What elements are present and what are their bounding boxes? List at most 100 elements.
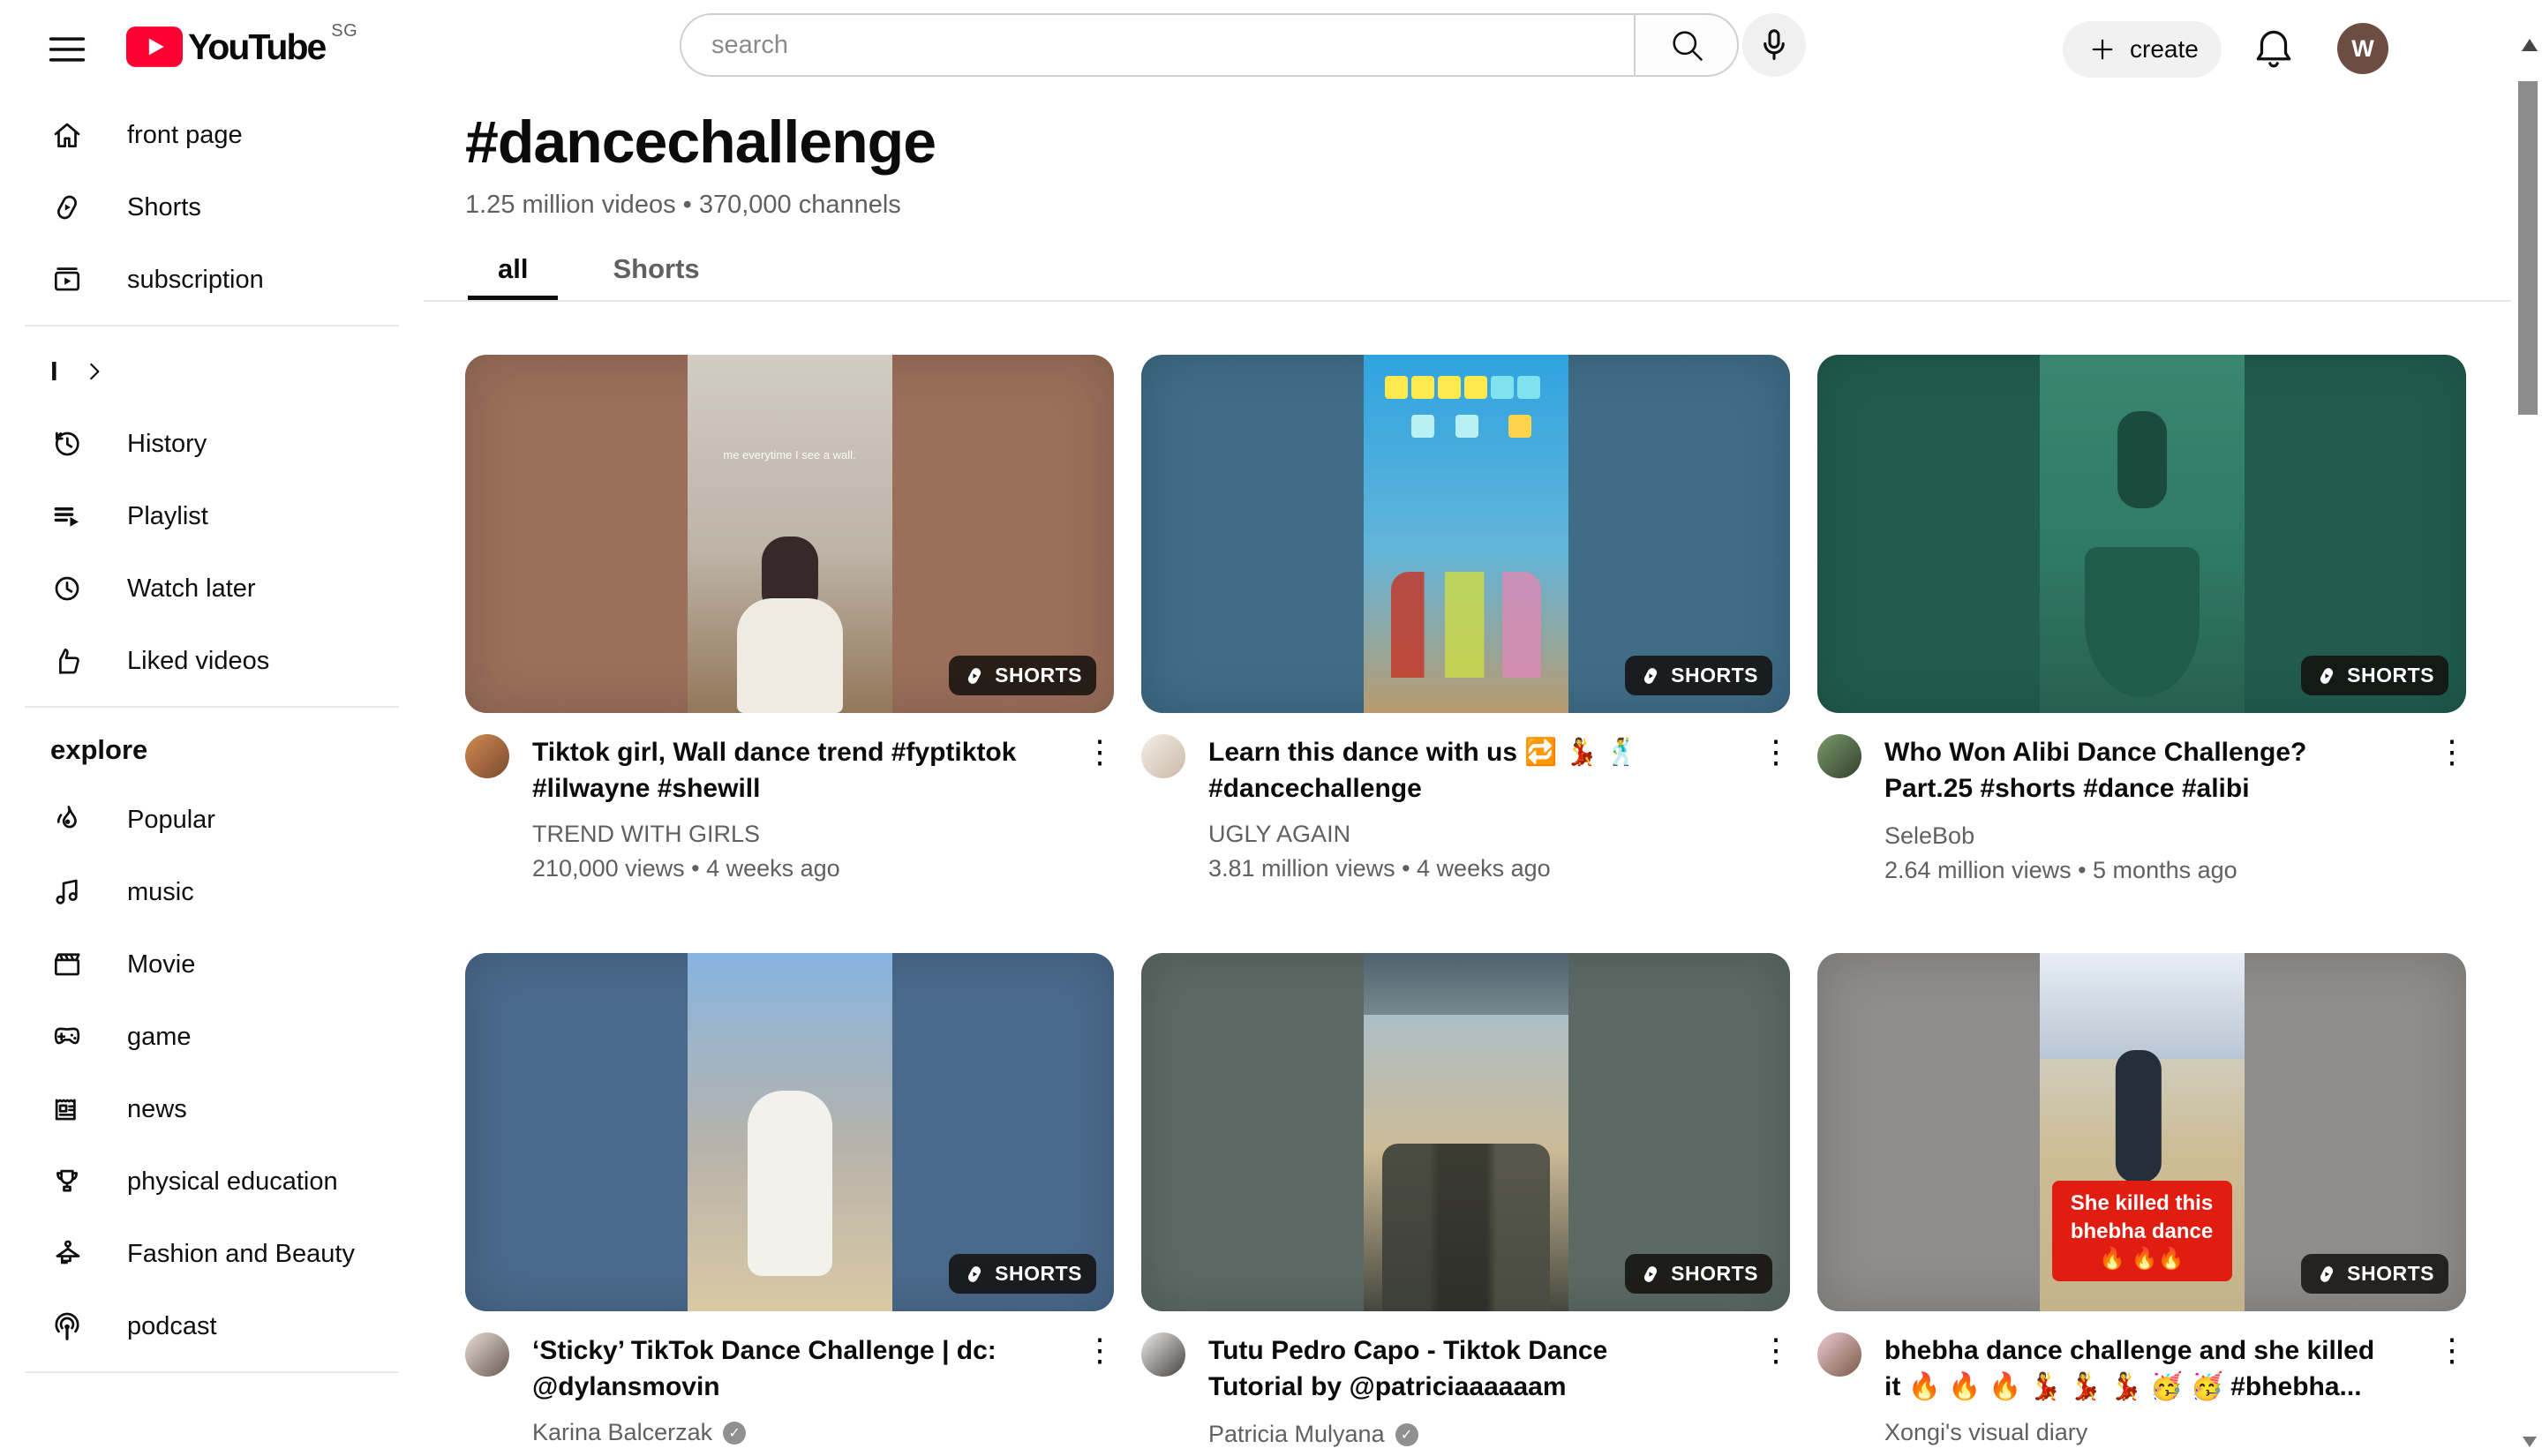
sidebar-item-liked-videos[interactable]: Liked videos — [0, 625, 424, 697]
tab-shorts[interactable]: Shorts — [583, 238, 729, 300]
scrollbar-down-arrow-icon[interactable] — [2523, 1437, 2537, 1447]
verified-badge-icon — [1395, 1423, 1418, 1446]
tab-all[interactable]: all — [468, 238, 558, 300]
channel-name[interactable]: TREND WITH GIRLS — [532, 821, 760, 848]
sidebar-item-label: subscription — [127, 266, 264, 295]
sidebar-item-podcast[interactable]: podcast — [0, 1290, 424, 1362]
watch-later-icon — [50, 572, 84, 605]
video-options-kebab-icon[interactable] — [1760, 734, 1790, 882]
top-bar: YouTube SG create — [0, 0, 2542, 99]
sidebar-item-shorts[interactable]: Shorts — [0, 171, 424, 244]
sidebar-divider — [25, 1371, 399, 1373]
video-title[interactable]: Who Won Alibi Dance Challenge? Part.25 #… — [1884, 734, 2383, 808]
shorts-badge: SHORTS — [1625, 656, 1772, 695]
video-options-kebab-icon[interactable] — [2436, 734, 2466, 884]
channel-avatar[interactable] — [465, 1332, 509, 1377]
shorts-badge-label: SHORTS — [2347, 1262, 2434, 1286]
sidebar-item-watch-later[interactable]: Watch later — [0, 552, 424, 625]
video-thumbnail[interactable]: me everytime I see a wall. SHORTS — [465, 355, 1114, 713]
channel-name[interactable]: Xongi's visual diary — [1884, 1419, 2087, 1446]
video-title[interactable]: Learn this dance with us 🔁 💃 🕺 #dancecha… — [1208, 734, 1707, 807]
video-card: She killed this bhebha dance 🔥 🔥🔥 SHORTS… — [1817, 953, 2466, 1456]
playlist-icon — [50, 499, 84, 533]
shorts-badge-icon — [1639, 1263, 1662, 1286]
avatar-initial: W — [2351, 35, 2373, 63]
video-card: SHORTS Tutu Pedro Capo - Tiktok Dance Tu… — [1141, 953, 1790, 1456]
sidebar-item-label: Fashion and Beauty — [127, 1240, 355, 1269]
sidebar-item-movie[interactable]: Movie — [0, 928, 424, 1001]
channel-row[interactable]: TREND WITH GIRLS — [532, 821, 1031, 848]
sidebar-item-music[interactable]: music — [0, 856, 424, 928]
video-card: SHORTS ‘Sticky’ TikTok Dance Challenge |… — [465, 953, 1114, 1456]
channel-avatar[interactable] — [465, 734, 509, 778]
sidebar-item-news[interactable]: news — [0, 1073, 424, 1145]
sidebar-item-popular[interactable]: Popular — [0, 784, 424, 856]
video-title[interactable]: Tiktok girl, Wall dance trend #fyptiktok… — [532, 734, 1031, 807]
thumbnail-video-frame — [688, 355, 892, 713]
scrollbar-up-arrow-icon[interactable] — [2522, 39, 2538, 51]
sidebar-item-label: Watch later — [127, 574, 256, 604]
shorts-badge: SHORTS — [949, 656, 1096, 695]
newspaper-icon — [50, 1092, 84, 1126]
channel-row[interactable]: UGLY AGAIN — [1208, 821, 1707, 848]
youtube-logo[interactable]: YouTube SG — [126, 26, 357, 67]
search-input-wrap[interactable] — [680, 13, 1634, 77]
sidebar-item-label: game — [127, 1023, 192, 1052]
video-title[interactable]: bhebha dance challenge and she killed it… — [1884, 1332, 2383, 1405]
video-options-kebab-icon[interactable] — [1084, 1332, 1114, 1446]
video-thumbnail[interactable]: SHORTS — [1141, 355, 1790, 713]
sidebar-item-physical-education[interactable]: physical education — [0, 1145, 424, 1218]
channel-avatar[interactable] — [1817, 734, 1861, 778]
video-views-and-age: 210,000 views • 4 weeks ago — [532, 855, 1031, 882]
account-avatar[interactable]: W — [2337, 23, 2388, 74]
video-thumbnail[interactable]: SHORTS — [1141, 953, 1790, 1311]
page-scrollbar[interactable] — [2516, 0, 2542, 1456]
sidebar-item-fashion-and-beauty[interactable]: Fashion and Beauty — [0, 1218, 424, 1290]
video-views-and-age: 3.81 million views • 4 weeks ago — [1208, 855, 1707, 882]
notifications-button[interactable] — [2249, 25, 2298, 74]
sidebar-item-history[interactable]: History — [0, 408, 424, 480]
sidebar-item-playlist[interactable]: Playlist — [0, 480, 424, 552]
channel-row[interactable]: Xongi's visual diary — [1884, 1419, 2383, 1446]
channel-avatar[interactable] — [1817, 1332, 1861, 1377]
video-thumbnail[interactable]: She killed this bhebha dance 🔥 🔥🔥 SHORTS — [1817, 953, 2466, 1311]
voice-search-button[interactable] — [1742, 13, 1806, 77]
thumbnail-video-frame — [1364, 953, 1568, 1311]
channel-avatar[interactable] — [1141, 1332, 1185, 1377]
search-button[interactable] — [1634, 13, 1739, 77]
video-card: SHORTS Learn this dance with us 🔁 💃 🕺 #d… — [1141, 355, 1790, 953]
channel-row[interactable]: Patricia Mulyana — [1208, 1421, 1707, 1448]
hamburger-menu-button[interactable] — [44, 26, 90, 72]
video-options-kebab-icon[interactable] — [2436, 1332, 2466, 1446]
sidebar-you-section[interactable]: I — [0, 335, 424, 408]
create-button[interactable]: create — [2063, 21, 2222, 78]
video-grid: me everytime I see a wall. SHORTS Tiktok… — [465, 355, 2466, 1456]
channel-avatar[interactable] — [1141, 734, 1185, 778]
video-views-and-age: 2.64 million views • 5 months ago — [1884, 857, 2383, 884]
channel-name[interactable]: Karina Balcerzak — [532, 1419, 712, 1446]
sidebar-item-label: podcast — [127, 1312, 217, 1341]
sidebar-item-front-page[interactable]: front page — [0, 99, 424, 171]
search-input[interactable] — [710, 30, 1591, 61]
video-title[interactable]: Tutu Pedro Capo - Tiktok Dance Tutorial … — [1208, 1332, 1707, 1407]
sidebar-item-label: Shorts — [127, 193, 201, 222]
shorts-badge-label: SHORTS — [995, 1262, 1082, 1286]
channel-name[interactable]: UGLY AGAIN — [1208, 821, 1350, 848]
video-thumbnail[interactable]: SHORTS — [465, 953, 1114, 1311]
channel-row[interactable]: Karina Balcerzak — [532, 1419, 1031, 1446]
sidebar-item-game[interactable]: game — [0, 1001, 424, 1073]
video-title[interactable]: ‘Sticky’ TikTok Dance Challenge | dc: @d… — [532, 1332, 1031, 1405]
shorts-icon — [50, 191, 84, 224]
scrollbar-thumb[interactable] — [2518, 81, 2538, 415]
video-options-kebab-icon[interactable] — [1760, 1332, 1790, 1448]
video-options-kebab-icon[interactable] — [1084, 734, 1114, 882]
channel-name[interactable]: Patricia Mulyana — [1208, 1421, 1385, 1448]
shorts-badge: SHORTS — [1625, 1254, 1772, 1294]
sidebar-item-subscription[interactable]: subscription — [0, 244, 424, 316]
video-card: me everytime I see a wall. SHORTS Tiktok… — [465, 355, 1114, 953]
create-button-label: create — [2130, 35, 2199, 64]
channel-row[interactable]: SeleBob — [1884, 822, 2383, 850]
video-thumbnail[interactable]: SHORTS — [1817, 355, 2466, 713]
video-meta: Tutu Pedro Capo - Tiktok Dance Tutorial … — [1141, 1332, 1790, 1448]
channel-name[interactable]: SeleBob — [1884, 822, 1974, 850]
